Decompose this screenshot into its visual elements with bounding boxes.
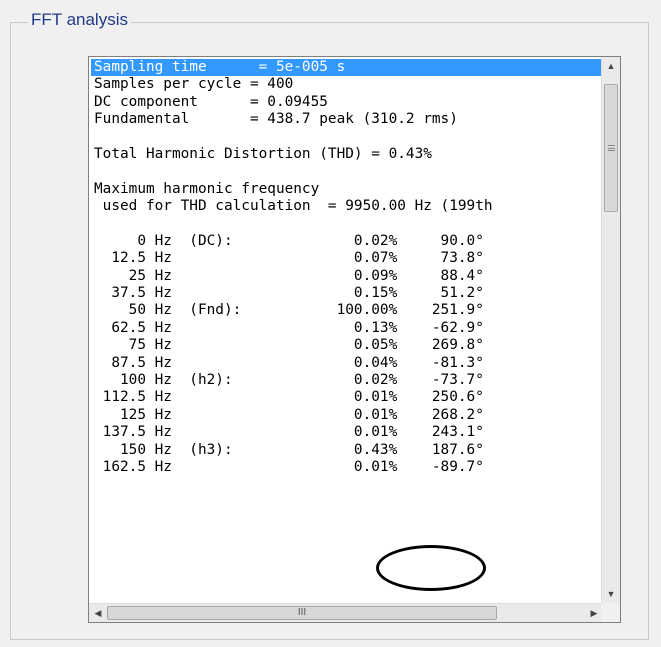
- list-item[interactable]: 87.5 Hz 0.04% -81.3°: [91, 355, 601, 372]
- list-item[interactable]: Maximum harmonic frequency: [91, 181, 601, 198]
- list-item[interactable]: 75 Hz 0.05% 269.8°: [91, 337, 601, 354]
- list-item[interactable]: 162.5 Hz 0.01% -89.7°: [91, 459, 601, 476]
- list-item[interactable]: 137.5 Hz 0.01% 243.1°: [91, 424, 601, 441]
- scroll-up-arrow-icon[interactable]: ▲: [602, 57, 620, 75]
- listbox-lines: Sampling time = 5e-005 s Samples per cyc…: [91, 59, 601, 601]
- list-item[interactable]: 112.5 Hz 0.01% 250.6°: [91, 389, 601, 406]
- list-item[interactable]: Total Harmonic Distortion (THD) = 0.43%: [91, 146, 601, 163]
- list-item[interactable]: 0 Hz (DC): 0.02% 90.0°: [91, 233, 601, 250]
- horizontal-scroll-thumb[interactable]: III: [107, 606, 497, 620]
- scrollbar-corner: [601, 603, 620, 622]
- list-item[interactable]: 50 Hz (Fnd): 100.00% 251.9°: [91, 302, 601, 319]
- list-item[interactable]: [91, 216, 601, 233]
- fft-results-listbox[interactable]: Sampling time = 5e-005 s Samples per cyc…: [88, 56, 621, 623]
- list-item[interactable]: 125 Hz 0.01% 268.2°: [91, 407, 601, 424]
- list-item[interactable]: Samples per cycle = 400: [91, 76, 601, 93]
- list-item[interactable]: [91, 163, 601, 180]
- scroll-left-arrow-icon[interactable]: ◀: [89, 604, 107, 622]
- scroll-down-arrow-icon[interactable]: ▼: [602, 585, 620, 603]
- list-item[interactable]: 150 Hz (h3): 0.43% 187.6°: [91, 442, 601, 459]
- list-item[interactable]: 62.5 Hz 0.13% -62.9°: [91, 320, 601, 337]
- list-item[interactable]: Fundamental = 438.7 peak (310.2 rms): [91, 111, 601, 128]
- list-item[interactable]: used for THD calculation = 9950.00 Hz (1…: [91, 198, 601, 215]
- list-item[interactable]: 12.5 Hz 0.07% 73.8°: [91, 250, 601, 267]
- vertical-scrollbar[interactable]: ▲ ▼: [601, 57, 620, 603]
- grip-icon: III: [297, 607, 307, 618]
- list-item[interactable]: 100 Hz (h2): 0.02% -73.7°: [91, 372, 601, 389]
- horizontal-scrollbar[interactable]: ◀ III ▶: [89, 603, 603, 622]
- list-item[interactable]: [91, 129, 601, 146]
- grip-icon: [608, 145, 615, 151]
- highlight-circle-annotation: [376, 545, 486, 591]
- groupbox-title: FFT analysis: [28, 10, 131, 30]
- list-item[interactable]: 37.5 Hz 0.15% 51.2°: [91, 285, 601, 302]
- list-item-selected[interactable]: Sampling time = 5e-005 s: [91, 59, 601, 77]
- vertical-scroll-thumb[interactable]: [604, 84, 618, 212]
- list-item[interactable]: 25 Hz 0.09% 88.4°: [91, 268, 601, 285]
- list-item[interactable]: DC component = 0.09455: [91, 94, 601, 111]
